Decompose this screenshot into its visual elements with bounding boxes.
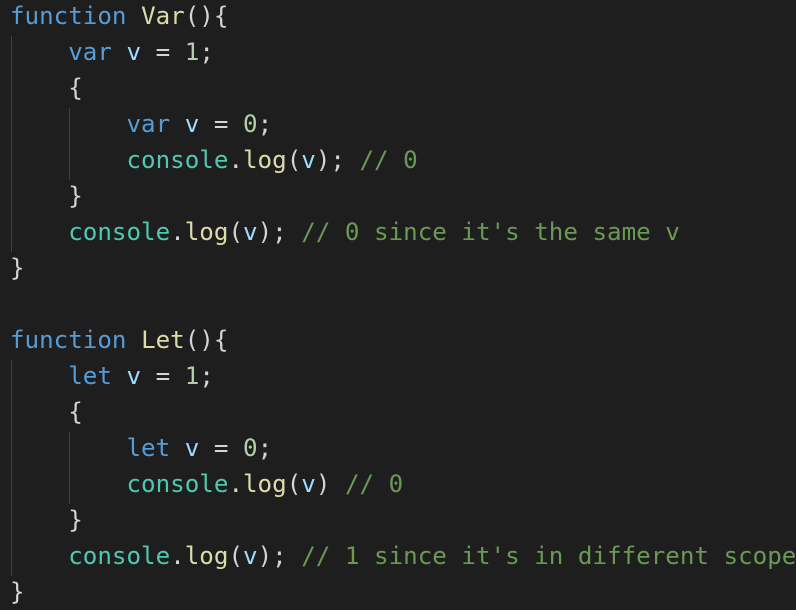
function-keyword: function [10, 2, 127, 30]
semicolon: ; [199, 38, 214, 66]
variable-name: v [126, 38, 142, 66]
console-object: console [126, 470, 229, 498]
console-object: console [68, 218, 171, 246]
punctuation: (){ [184, 326, 229, 354]
function-name: Var [141, 2, 185, 30]
code-comment: // 0 since it's the same v [301, 218, 680, 246]
code-line-12: { [10, 394, 83, 430]
assign-operator: = [141, 362, 185, 390]
paren-open: ( [228, 218, 243, 246]
variable-name: v [301, 470, 316, 498]
assign-operator: = [199, 434, 243, 462]
paren-open: ( [286, 470, 302, 498]
declaration-keyword: var [68, 38, 112, 66]
declaration-keyword: let [68, 362, 112, 390]
number-literal: 1 [184, 362, 200, 390]
variable-name: v [243, 218, 258, 246]
block-open-brace: { [68, 398, 83, 426]
semicolon: ; [257, 110, 273, 138]
code-comment: // 0 [359, 146, 418, 174]
function-close-brace: } [10, 578, 25, 606]
code-comment: // 1 since it's in different scope [301, 542, 796, 570]
code-line-14: console.log(v) // 0 [10, 466, 404, 502]
code-line-3: { [10, 70, 83, 106]
code-line-5: console.log(v); // 0 [10, 142, 418, 178]
function-keyword: function [10, 326, 127, 354]
number-literal: 0 [243, 110, 258, 138]
paren-close: ); [257, 218, 287, 246]
variable-name: v [301, 146, 316, 174]
function-name: Let [141, 326, 185, 354]
function-close-brace: } [10, 254, 25, 282]
code-line-11: let v = 1; [10, 358, 214, 394]
block-close-brace: } [68, 506, 83, 534]
code-line-15: } [10, 502, 83, 538]
code-line-8: } [10, 250, 25, 286]
variable-name: v [184, 434, 200, 462]
code-line-6: } [10, 178, 83, 214]
paren-close: ); [257, 542, 287, 570]
block-open-brace: { [68, 74, 83, 102]
declaration-keyword: let [126, 434, 171, 462]
semicolon: ; [199, 362, 214, 390]
variable-name: v [126, 362, 142, 390]
punctuation: (){ [184, 2, 229, 30]
declaration-keyword: var [126, 110, 171, 138]
code-comment: // 0 [344, 470, 404, 498]
semicolon: ; [257, 434, 273, 462]
log-method: log [243, 470, 287, 498]
paren-close: ) [315, 470, 331, 498]
paren-close: ); [315, 146, 345, 174]
dot-operator: . [228, 470, 243, 498]
variable-name: v [184, 110, 200, 138]
dot-operator: . [170, 542, 185, 570]
code-line-16: console.log(v); // 1 since it's in diffe… [10, 538, 796, 574]
console-object: console [68, 542, 171, 570]
code-line-4: var v = 0; [10, 106, 273, 142]
number-literal: 0 [243, 434, 258, 462]
log-method: log [184, 218, 229, 246]
paren-open: ( [286, 146, 302, 174]
code-line-17: } [10, 574, 25, 610]
code-line-1: function Var(){ [10, 0, 228, 34]
console-object: console [126, 146, 229, 174]
number-literal: 1 [184, 38, 200, 66]
code-editor[interactable]: function Var(){ var v = 1; { var v = 0; … [0, 0, 796, 610]
assign-operator: = [199, 110, 243, 138]
assign-operator: = [141, 38, 185, 66]
log-method: log [243, 146, 287, 174]
code-line-10: function Let(){ [10, 322, 228, 358]
block-close-brace: } [68, 182, 83, 210]
code-line-7: console.log(v); // 0 since it's the same… [10, 214, 680, 250]
variable-name: v [243, 542, 258, 570]
dot-operator: . [228, 146, 243, 174]
code-line-13: let v = 0; [10, 430, 273, 466]
log-method: log [184, 542, 229, 570]
paren-open: ( [228, 542, 243, 570]
dot-operator: . [170, 218, 185, 246]
code-line-2: var v = 1; [10, 34, 214, 70]
